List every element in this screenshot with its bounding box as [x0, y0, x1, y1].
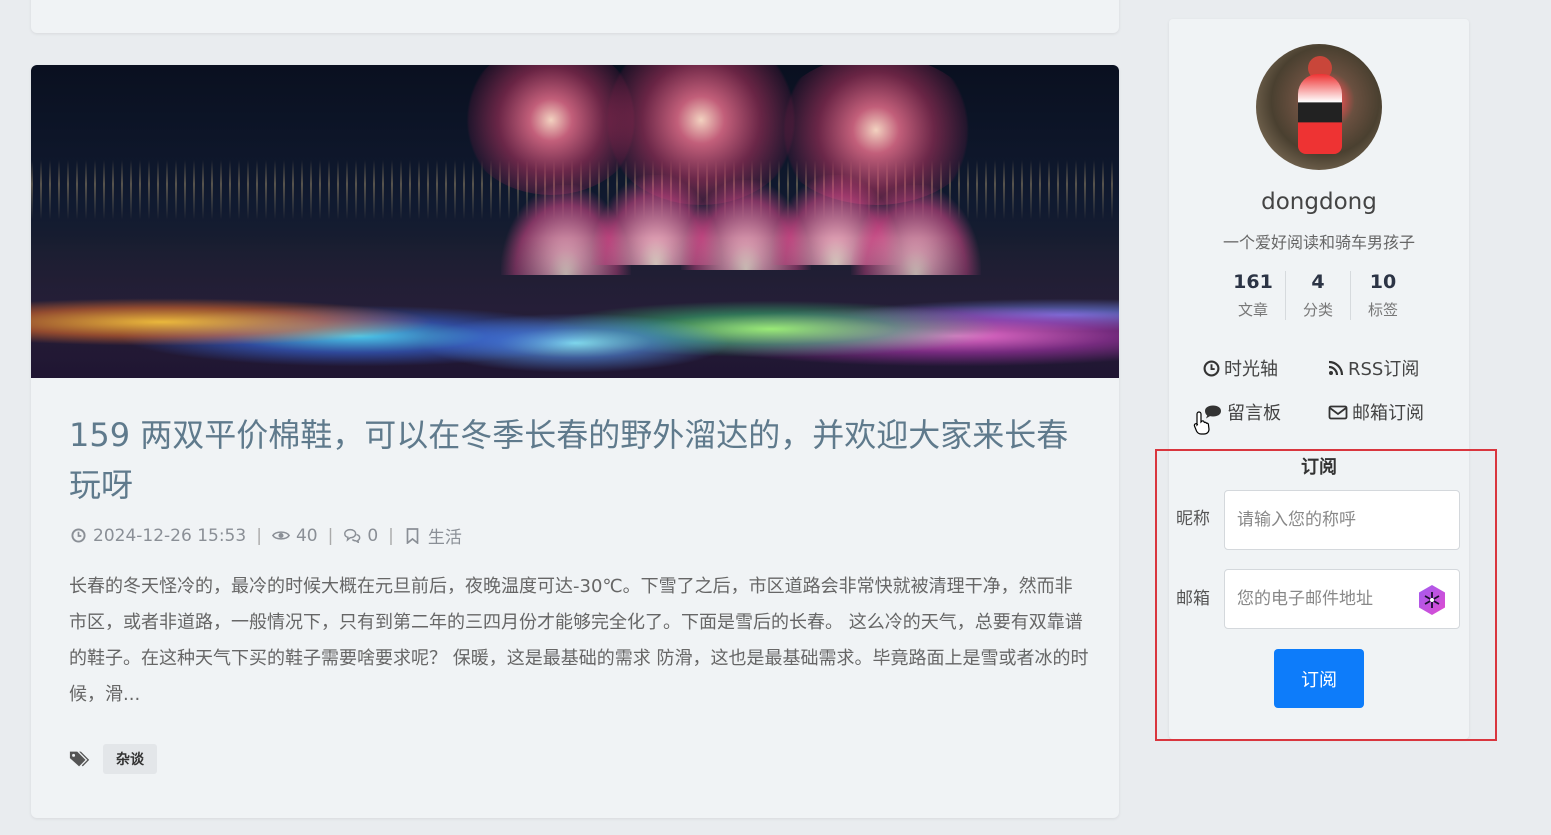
hand-cursor-icon [1193, 411, 1210, 435]
post-card[interactable]: 159 两双平价棉鞋，可以在冬季长春的野外溜达的，并欢迎大家来长春玩呀 2024… [31, 65, 1119, 818]
stat-number: 161 [1233, 271, 1273, 293]
stat-number: 4 [1311, 271, 1325, 293]
post-excerpt: 长春的冬天怪冷的，最冷的时候大概在元旦前后，夜晚温度可达-30℃。下雪了之后，市… [69, 576, 1089, 705]
post-title[interactable]: 159 两双平价棉鞋，可以在冬季长春的野外溜达的，并欢迎大家来长春玩呀 [69, 410, 1079, 510]
clock-icon [69, 527, 87, 545]
meta-separator: | [327, 525, 334, 546]
link-timeline[interactable]: 时光轴 [1203, 355, 1328, 381]
rss-icon [1328, 360, 1344, 376]
bookmark-icon [404, 527, 422, 545]
envelope-icon [1328, 405, 1348, 419]
subscribe-title: 订阅 [1301, 457, 1337, 478]
avatar-body [1298, 74, 1342, 154]
post-meta: 2024-12-26 15:53 | 40 | 0 | 生活 [69, 523, 462, 548]
avatar[interactable] [1256, 44, 1382, 170]
nickname-label: 昵称 [1176, 509, 1210, 529]
link-label: 邮箱订阅 [1352, 403, 1424, 424]
stat-label: 文章 [1237, 301, 1268, 319]
link-label: 时光轴 [1224, 359, 1278, 380]
link-label: 留言板 [1227, 403, 1281, 424]
stat-number: 10 [1369, 271, 1397, 293]
stat-label: 标签 [1367, 301, 1398, 319]
email-label: 邮箱 [1176, 589, 1210, 609]
post-comments: 0 [367, 525, 379, 546]
stat-tags[interactable]: 10 标签 [1350, 271, 1415, 320]
meta-separator: | [388, 525, 394, 546]
comments-icon [343, 527, 361, 545]
profile-stats: 161 文章 4 分类 10 标签 [1221, 271, 1415, 320]
link-guestbook[interactable]: 留言板 [1203, 399, 1328, 425]
post-cover-image[interactable] [31, 65, 1119, 378]
post-date: 2024-12-26 15:53 [93, 525, 247, 546]
post-category[interactable]: 生活 [428, 523, 462, 548]
link-rss[interactable]: RSS订阅 [1328, 355, 1443, 381]
stat-categories[interactable]: 4 分类 [1285, 271, 1350, 320]
stat-articles[interactable]: 161 文章 [1221, 271, 1285, 320]
eye-icon [271, 527, 290, 545]
profile-links: 时光轴 RSS订阅 留言板 邮箱订阅 [1203, 355, 1443, 425]
link-email-subscribe[interactable]: 邮箱订阅 [1328, 399, 1443, 425]
meta-separator: | [256, 525, 262, 546]
clock-icon [1203, 360, 1220, 376]
ai-assistant-icon[interactable] [1416, 584, 1448, 616]
profile-bio: 一个爱好阅读和骑车男孩子 [1222, 233, 1415, 252]
subscribe-button[interactable]: 订阅 [1274, 649, 1364, 708]
post-tags: 杂谈 [69, 744, 157, 774]
tag-chip[interactable]: 杂谈 [103, 744, 157, 774]
previous-post-card [31, 0, 1119, 33]
stat-label: 分类 [1302, 301, 1333, 319]
profile-name: dongdong [1261, 189, 1377, 215]
tags-icon [69, 751, 90, 767]
link-label: RSS订阅 [1348, 359, 1420, 380]
nickname-input[interactable] [1224, 490, 1460, 550]
ice-city-lights [31, 238, 1119, 378]
post-views: 40 [295, 525, 318, 546]
